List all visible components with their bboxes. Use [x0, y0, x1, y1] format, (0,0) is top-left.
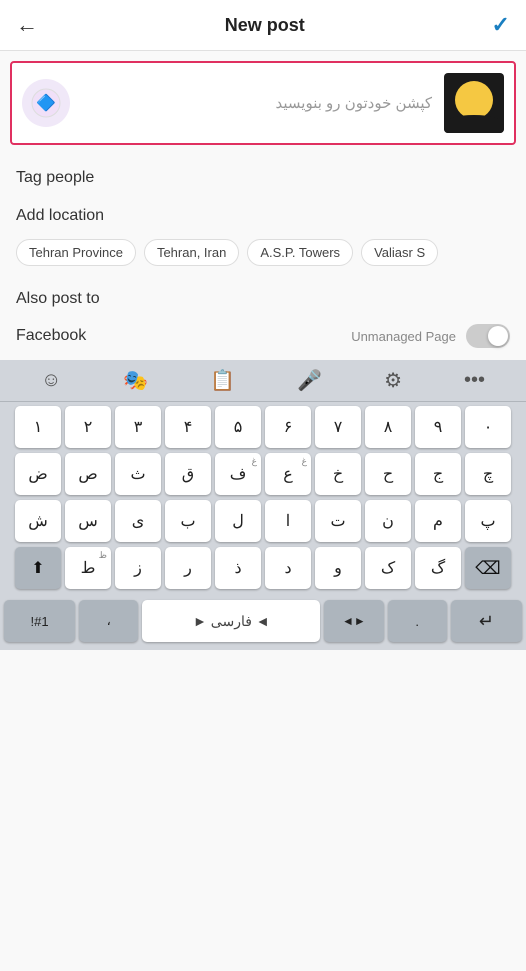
post-preview: 🔷 کپشن خودتون رو بنویسید — [10, 61, 516, 145]
key-re[interactable]: ر — [165, 547, 211, 589]
key-te[interactable]: ت — [315, 500, 361, 542]
location-tag-valiasr[interactable]: Valiasr S — [361, 239, 438, 266]
key-ze[interactable]: ز — [115, 547, 161, 589]
page-title: New post — [225, 15, 305, 36]
facebook-toggle[interactable] — [466, 324, 510, 348]
location-tag-asp-towers[interactable]: A.S.P. Towers — [247, 239, 353, 266]
key-kaf[interactable]: ک — [365, 547, 411, 589]
dot-key[interactable]: . — [388, 600, 447, 642]
comma-key[interactable]: ، — [79, 600, 138, 642]
key-sin[interactable]: س — [65, 500, 111, 542]
caption-input[interactable]: کپشن خودتون رو بنویسید — [70, 94, 444, 112]
unmanaged-page-text: Unmanaged Page — [351, 329, 456, 344]
key-qaf[interactable]: ق — [165, 453, 211, 495]
key-7[interactable]: ۷ — [315, 406, 361, 448]
post-image-thumbnail — [444, 73, 504, 133]
confirm-button[interactable]: ✓ — [492, 12, 510, 38]
key-5[interactable]: ۵ — [215, 406, 261, 448]
backspace-key[interactable]: ⌫ — [465, 547, 511, 589]
number-row: ۱ ۲ ۳ ۴ ۵ ۶ ۷ ۸ ۹ ۰ — [4, 406, 522, 448]
facebook-label: Facebook — [16, 327, 86, 345]
key-gaf[interactable]: گ — [415, 547, 461, 589]
key-lam[interactable]: ل — [215, 500, 261, 542]
special-chars-key[interactable]: !#1 — [4, 600, 75, 642]
also-post-to-label: Also post to — [0, 276, 526, 314]
key-9[interactable]: ۹ — [415, 406, 461, 448]
key-ye[interactable]: ی — [115, 500, 161, 542]
key-xhe[interactable]: خ — [315, 453, 361, 495]
row-3: ش س ی ب ل ا ت ن م پ — [4, 500, 522, 542]
add-location-label[interactable]: Add location — [0, 193, 526, 231]
header: ← New post ✓ — [0, 0, 526, 51]
return-key[interactable]: ↵ — [451, 600, 522, 642]
back-button[interactable]: ← — [16, 12, 38, 38]
key-0[interactable]: ۰ — [465, 406, 511, 448]
mic-button[interactable]: 🎤 — [297, 368, 322, 393]
key-ain[interactable]: عغ — [265, 453, 311, 495]
key-he[interactable]: ح — [365, 453, 411, 495]
unmanaged-page-row: Unmanaged Page — [351, 324, 510, 348]
key-sad[interactable]: ص — [65, 453, 111, 495]
more-button[interactable]: ••• — [464, 369, 485, 392]
key-pe[interactable]: پ — [465, 500, 511, 542]
key-fe[interactable]: فغ — [215, 453, 261, 495]
space-key[interactable]: ◄ فارسی ► — [142, 600, 320, 642]
svg-text:🔷: 🔷 — [36, 93, 56, 112]
shift-key[interactable]: ⬆ — [15, 547, 61, 589]
key-che[interactable]: چ — [465, 453, 511, 495]
key-2[interactable]: ۲ — [65, 406, 111, 448]
key-alef[interactable]: ا — [265, 500, 311, 542]
key-1[interactable]: ۱ — [15, 406, 61, 448]
key-ta[interactable]: طظ — [65, 547, 111, 589]
key-mim[interactable]: م — [415, 500, 461, 542]
key-nun[interactable]: ن — [365, 500, 411, 542]
key-the[interactable]: ث — [115, 453, 161, 495]
key-jim[interactable]: ج — [415, 453, 461, 495]
location-tag-tehran-province[interactable]: Tehran Province — [16, 239, 136, 266]
key-dal[interactable]: د — [265, 547, 311, 589]
key-3[interactable]: ۳ — [115, 406, 161, 448]
clipboard-button[interactable]: 📋 — [210, 368, 235, 393]
facebook-row: Facebook Unmanaged Page — [0, 314, 526, 360]
sticker-button[interactable]: 🎭 — [123, 368, 148, 393]
tag-people-label[interactable]: Tag people — [0, 155, 526, 193]
row-2: ض ص ث ق فغ عغ خ ح ج چ — [4, 453, 522, 495]
toggle-knob — [488, 326, 508, 346]
avatar: 🔷 — [22, 79, 70, 127]
key-shin[interactable]: ش — [15, 500, 61, 542]
settings-button[interactable]: ⚙ — [384, 368, 402, 393]
key-zal[interactable]: ذ — [215, 547, 261, 589]
key-8[interactable]: ۸ — [365, 406, 411, 448]
keyboard-toolbar: ☺ 🎭 📋 🎤 ⚙ ••• — [0, 360, 526, 402]
row-4: ⬆ طظ ز ر ذ د و ک گ ⌫ — [4, 547, 522, 589]
key-6[interactable]: ۶ — [265, 406, 311, 448]
key-4[interactable]: ۴ — [165, 406, 211, 448]
arrow-key[interactable]: ◄► — [324, 600, 383, 642]
keyboard: ☺ 🎭 📋 🎤 ⚙ ••• ۱ ۲ ۳ ۴ ۵ ۶ ۷ ۸ ۹ ۰ ض ص ث … — [0, 360, 526, 650]
key-vav[interactable]: و — [315, 547, 361, 589]
location-tag-tehran-iran[interactable]: Tehran, Iran — [144, 239, 239, 266]
emoji-button[interactable]: ☺ — [41, 369, 61, 392]
keyboard-bottom-row: !#1 ، ◄ فارسی ► ◄► . ↵ — [0, 596, 526, 650]
key-zad[interactable]: ض — [15, 453, 61, 495]
keyboard-keys: ۱ ۲ ۳ ۴ ۵ ۶ ۷ ۸ ۹ ۰ ض ص ث ق فغ عغ خ ح ج … — [0, 402, 526, 596]
key-be[interactable]: ب — [165, 500, 211, 542]
location-tags-container: Tehran Province Tehran, Iran A.S.P. Towe… — [0, 231, 526, 276]
